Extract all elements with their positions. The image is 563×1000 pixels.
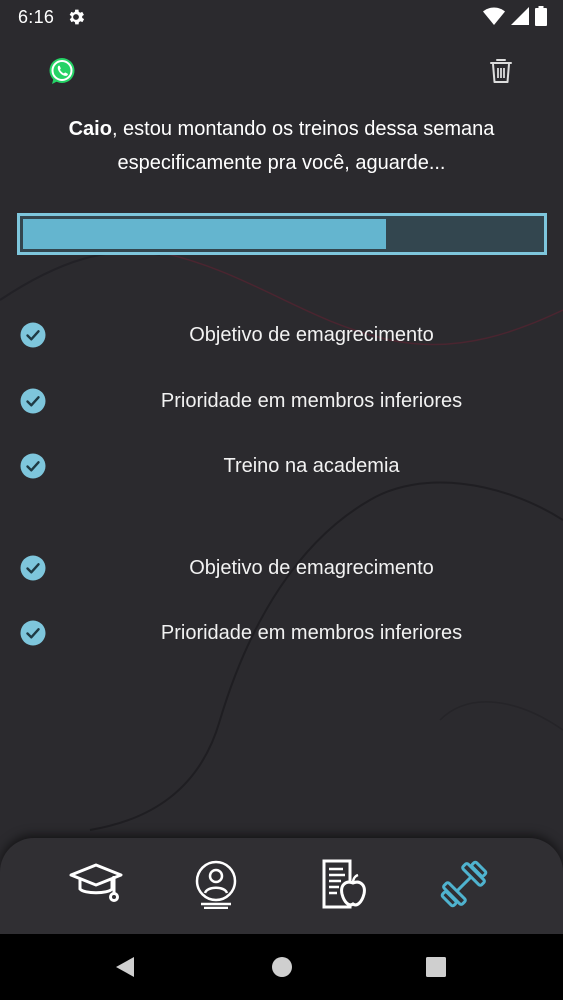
bottom-navigation <box>0 838 563 938</box>
checklist-item: Prioridade em membros inferiores <box>0 381 563 421</box>
loading-message-text: , estou montando os treinos dessa semana… <box>111 118 495 174</box>
graduation-cap-icon <box>69 863 123 902</box>
check-circle-icon <box>20 453 46 479</box>
dumbbell-icon <box>440 860 488 908</box>
delete-button[interactable] <box>488 57 514 85</box>
checklist-item-label: Treino na academia <box>223 455 400 477</box>
check-circle-icon <box>20 620 46 646</box>
signal-icon <box>511 7 529 25</box>
home-icon[interactable] <box>269 954 295 980</box>
nav-workouts-button[interactable] <box>434 856 494 912</box>
checklist-item-label: Prioridade em membros inferiores <box>160 622 463 644</box>
checklist-item: Objetivo de emagrecimento <box>0 315 563 355</box>
checklist-item: Objetivo de emagrecimento <box>0 548 563 588</box>
nav-nutrition-button[interactable] <box>314 856 374 912</box>
whatsapp-icon <box>49 58 75 84</box>
check-circle-icon <box>20 322 46 348</box>
checklist-item-label: Objetivo de emagrecimento <box>189 324 434 346</box>
nav-profile-button[interactable] <box>186 856 246 912</box>
status-indicators <box>483 6 547 26</box>
loading-message: Caio, estou montando os treinos dessa se… <box>20 112 543 180</box>
trash-icon <box>490 59 512 83</box>
wifi-icon <box>483 7 505 25</box>
progress-bar-fill <box>23 219 386 249</box>
progress-bar <box>17 213 547 255</box>
user-name: Caio <box>68 118 112 140</box>
checklist-item: Treino na academia <box>0 446 563 486</box>
system-navigation-bar <box>0 934 563 1000</box>
back-icon[interactable] <box>112 954 138 980</box>
checklist-item-label: Prioridade em membros inferiores <box>160 390 463 412</box>
gear-icon <box>69 9 85 25</box>
whatsapp-button[interactable] <box>47 56 77 86</box>
recents-icon[interactable] <box>423 954 449 980</box>
nav-courses-button[interactable] <box>66 856 126 912</box>
battery-icon <box>535 6 547 26</box>
checklist-item: Prioridade em membros inferiores <box>0 613 563 653</box>
status-bar: 6:16 <box>0 0 563 34</box>
status-time: 6:16 <box>18 6 55 27</box>
check-circle-icon <box>20 388 46 414</box>
check-circle-icon <box>20 555 46 581</box>
profile-icon <box>195 860 237 909</box>
nutrition-document-icon <box>322 859 366 909</box>
checklist-item-label: Objetivo de emagrecimento <box>189 557 434 579</box>
